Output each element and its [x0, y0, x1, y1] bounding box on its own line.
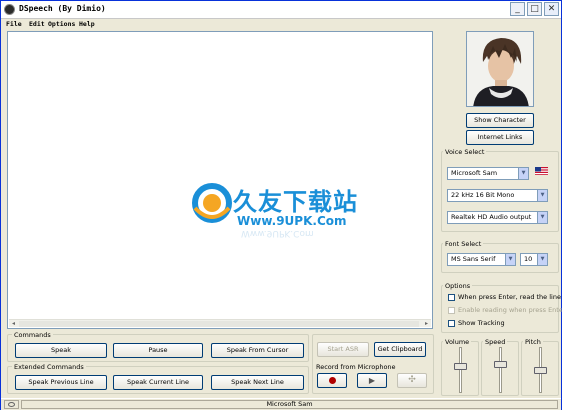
font-value: MS Sans Serif — [451, 255, 496, 263]
watermark-url: Www.9UPK.Com — [237, 214, 347, 228]
pin-icon: ✣ — [408, 375, 416, 385]
scroll-thumb[interactable] — [19, 321, 419, 327]
status-icon — [8, 402, 15, 407]
speak-next-line-button[interactable]: Speak Next Line — [211, 375, 304, 390]
main-window: DSpeech (By Dimio) _ □ ✕ File Edit Optio… — [0, 0, 562, 410]
minimize-icon[interactable]: _ — [510, 2, 525, 16]
checkbox-box[interactable] — [448, 294, 455, 301]
show-tracking-label: Show Tracking — [458, 319, 505, 327]
character-portrait-icon — [467, 32, 533, 106]
enable-reading-label: Enable reading when press Enter — [458, 306, 562, 314]
character-avatar — [466, 31, 534, 107]
speak-current-line-button[interactable]: Speak Current Line — [113, 375, 203, 390]
font-size-value: 10 — [524, 255, 533, 263]
play-icon: ▶ — [368, 376, 376, 385]
get-clipboard-button[interactable]: Get Clipboard — [374, 342, 426, 357]
speed-label: Speed — [483, 338, 508, 346]
scroll-right-icon[interactable]: ▸ — [422, 320, 431, 328]
horizontal-scrollbar[interactable]: ◂ ▸ — [9, 319, 431, 327]
scroll-left-icon[interactable]: ◂ — [9, 320, 18, 328]
window-title: DSpeech (By Dimio) — [19, 4, 106, 13]
menu-options[interactable]: Options — [48, 20, 75, 28]
read-line-label: When press Enter, read the line — [458, 293, 561, 301]
status-voice: Microsoft Sam — [21, 400, 558, 409]
record-label: Record from Microphone — [316, 363, 396, 371]
text-editor[interactable]: 久友下载站 Www.9UPK.Com Www.9UPK.Com ◂ ▸ — [7, 31, 433, 329]
chevron-down-icon: ▼ — [537, 254, 547, 265]
status-pane-icon — [4, 400, 19, 409]
menu-file[interactable]: File — [6, 20, 22, 28]
start-asr-button[interactable]: Start ASR — [317, 342, 369, 357]
checkbox-box[interactable] — [448, 307, 455, 314]
menu-help[interactable]: Help — [79, 20, 95, 28]
status-bar: Microsoft Sam — [1, 398, 561, 410]
app-icon — [4, 4, 15, 15]
stop-button[interactable]: ✣ — [397, 373, 427, 388]
audio-output-dropdown[interactable]: Realtek HD Audio output ▼ — [447, 211, 548, 224]
font-select-label: Font Select — [443, 240, 484, 248]
slider-thumb[interactable] — [534, 367, 547, 374]
menu-edit[interactable]: Edit — [29, 20, 45, 28]
show-character-button[interactable]: Show Character — [466, 113, 534, 128]
font-dropdown[interactable]: MS Sans Serif ▼ — [447, 253, 516, 266]
speak-previous-line-button[interactable]: Speak Previous Line — [15, 375, 107, 390]
volume-slider[interactable] — [452, 347, 468, 395]
pause-button[interactable]: Pause — [113, 343, 203, 358]
chevron-down-icon: ▼ — [518, 168, 528, 179]
format-value: 22 kHz 16 Bit Mono — [451, 191, 515, 199]
chevron-down-icon: ▼ — [505, 254, 515, 265]
voice-select-label: Voice Select — [443, 148, 487, 156]
checkbox-box[interactable] — [448, 320, 455, 327]
maximize-icon[interactable]: □ — [527, 2, 542, 16]
slider-track — [499, 347, 502, 393]
voice-dropdown[interactable]: Microsoft Sam ▼ — [447, 167, 529, 180]
record-button[interactable] — [317, 373, 347, 388]
logo-swirl-icon — [192, 183, 232, 223]
speak-from-cursor-button[interactable]: Speak From Cursor — [211, 343, 304, 358]
font-size-dropdown[interactable]: 10 ▼ — [520, 253, 548, 266]
record-icon — [328, 377, 336, 384]
format-dropdown[interactable]: 22 kHz 16 Bit Mono ▼ — [447, 189, 548, 202]
title-bar: DSpeech (By Dimio) _ □ ✕ — [1, 1, 561, 19]
pitch-label: Pitch — [523, 338, 543, 346]
voice-value: Microsoft Sam — [451, 169, 498, 177]
play-button[interactable]: ▶ — [357, 373, 387, 388]
chevron-down-icon: ▼ — [537, 212, 547, 223]
close-icon[interactable]: ✕ — [544, 2, 559, 16]
chevron-down-icon: ▼ — [537, 190, 547, 201]
pitch-slider[interactable] — [532, 347, 548, 395]
watermark-cn: 久友下载站 — [233, 188, 358, 216]
extended-commands-label: Extended Commands — [12, 363, 86, 371]
menu-bar: File Edit Options Help — [1, 19, 561, 30]
commands-label: Commands — [12, 331, 53, 339]
read-line-checkbox[interactable]: When press Enter, read the line — [448, 293, 561, 303]
enable-reading-checkbox[interactable]: Enable reading when press Enter — [448, 306, 562, 316]
slider-thumb[interactable] — [494, 361, 507, 368]
speed-slider[interactable] — [492, 347, 508, 395]
show-tracking-checkbox[interactable]: Show Tracking — [448, 319, 560, 329]
watermark-reflection: Www.9UPK.Com — [241, 228, 314, 238]
volume-label: Volume — [443, 338, 472, 346]
speak-button[interactable]: Speak — [15, 343, 107, 358]
audio-output-value: Realtek HD Audio output — [451, 213, 532, 221]
slider-thumb[interactable] — [454, 363, 467, 370]
internet-links-button[interactable]: Internet Links — [466, 130, 534, 145]
options-label: Options — [443, 282, 473, 290]
us-flag-icon — [535, 167, 548, 175]
slider-track — [459, 347, 462, 393]
